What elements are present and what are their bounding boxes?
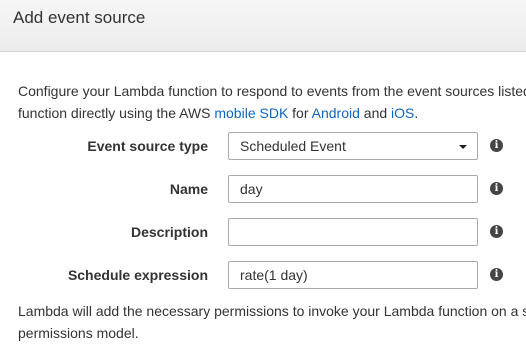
schedule-expression-row: Schedule expression i bbox=[0, 261, 526, 289]
intro-line-2: function directly using the AWS mobile S… bbox=[18, 102, 526, 124]
info-icon[interactable]: i bbox=[490, 268, 503, 281]
schedule-expression-label: Schedule expression bbox=[67, 267, 208, 283]
android-link[interactable]: Android bbox=[312, 105, 360, 121]
add-event-source-dialog: Add event source Configure your Lambda f… bbox=[0, 0, 526, 351]
permissions-note-line-1: Lambda will add the necessary permission… bbox=[18, 303, 526, 319]
info-icon[interactable]: i bbox=[490, 225, 503, 238]
intro-line-2-end: . bbox=[414, 105, 419, 121]
description-label: Description bbox=[130, 224, 208, 240]
name-input[interactable] bbox=[228, 175, 478, 203]
schedule-expression-input[interactable] bbox=[228, 261, 478, 289]
name-label: Name bbox=[169, 181, 208, 197]
info-icon[interactable]: i bbox=[490, 182, 503, 195]
dialog-title: Add event source bbox=[13, 8, 146, 27]
permissions-note: Lambda will add the necessary permission… bbox=[18, 300, 526, 344]
info-icon[interactable]: i bbox=[490, 139, 503, 152]
description-input[interactable] bbox=[228, 218, 478, 246]
event-source-type-label: Event source type bbox=[87, 138, 208, 154]
event-source-type-value: Scheduled Event bbox=[240, 138, 346, 154]
mobile-sdk-link[interactable]: mobile SDK bbox=[214, 105, 288, 121]
intro-line-1: Configure your Lambda function to respon… bbox=[18, 83, 526, 99]
permissions-note-line-2: permissions model. bbox=[18, 325, 139, 341]
name-row: Name i bbox=[0, 175, 526, 203]
event-source-type-row: Event source type Scheduled Event i bbox=[0, 132, 526, 160]
intro-text: Configure your Lambda function to respon… bbox=[18, 80, 526, 124]
intro-line-2-prefix: function directly using the AWS bbox=[18, 105, 215, 121]
caret-down-icon bbox=[459, 145, 467, 149]
description-row: Description i bbox=[0, 218, 526, 246]
event-source-type-select[interactable]: Scheduled Event bbox=[228, 132, 478, 160]
dialog-header: Add event source bbox=[0, 0, 526, 52]
intro-and-text: and bbox=[359, 105, 392, 121]
ios-link[interactable]: iOS bbox=[391, 105, 414, 121]
intro-for-text: for bbox=[288, 105, 312, 121]
